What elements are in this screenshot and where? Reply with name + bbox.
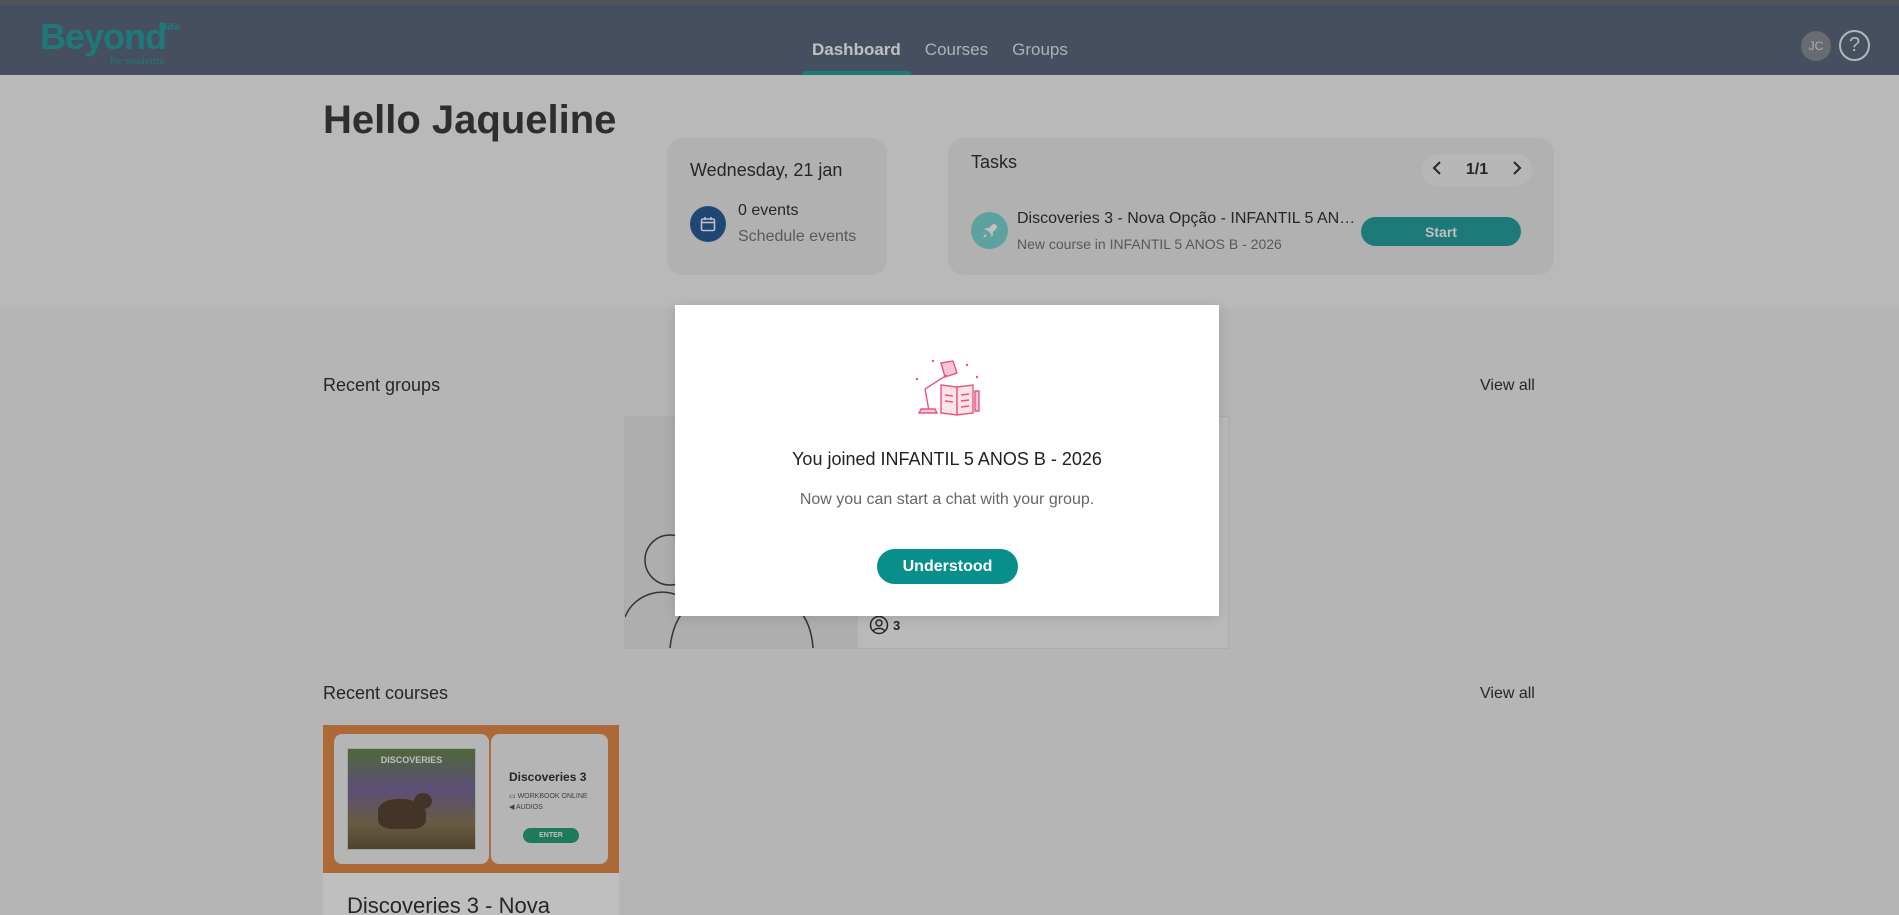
desk-lamp-books-icon	[911, 355, 983, 425]
modal-text: Now you can start a chat with your group…	[799, 491, 1095, 508]
understood-button[interactable]: Understood	[877, 549, 1018, 584]
joined-group-modal: You joined INFANTIL 5 ANOS B - 2026 Now …	[675, 305, 1219, 616]
modal-title: You joined INFANTIL 5 ANOS B - 2026	[792, 449, 1102, 469]
